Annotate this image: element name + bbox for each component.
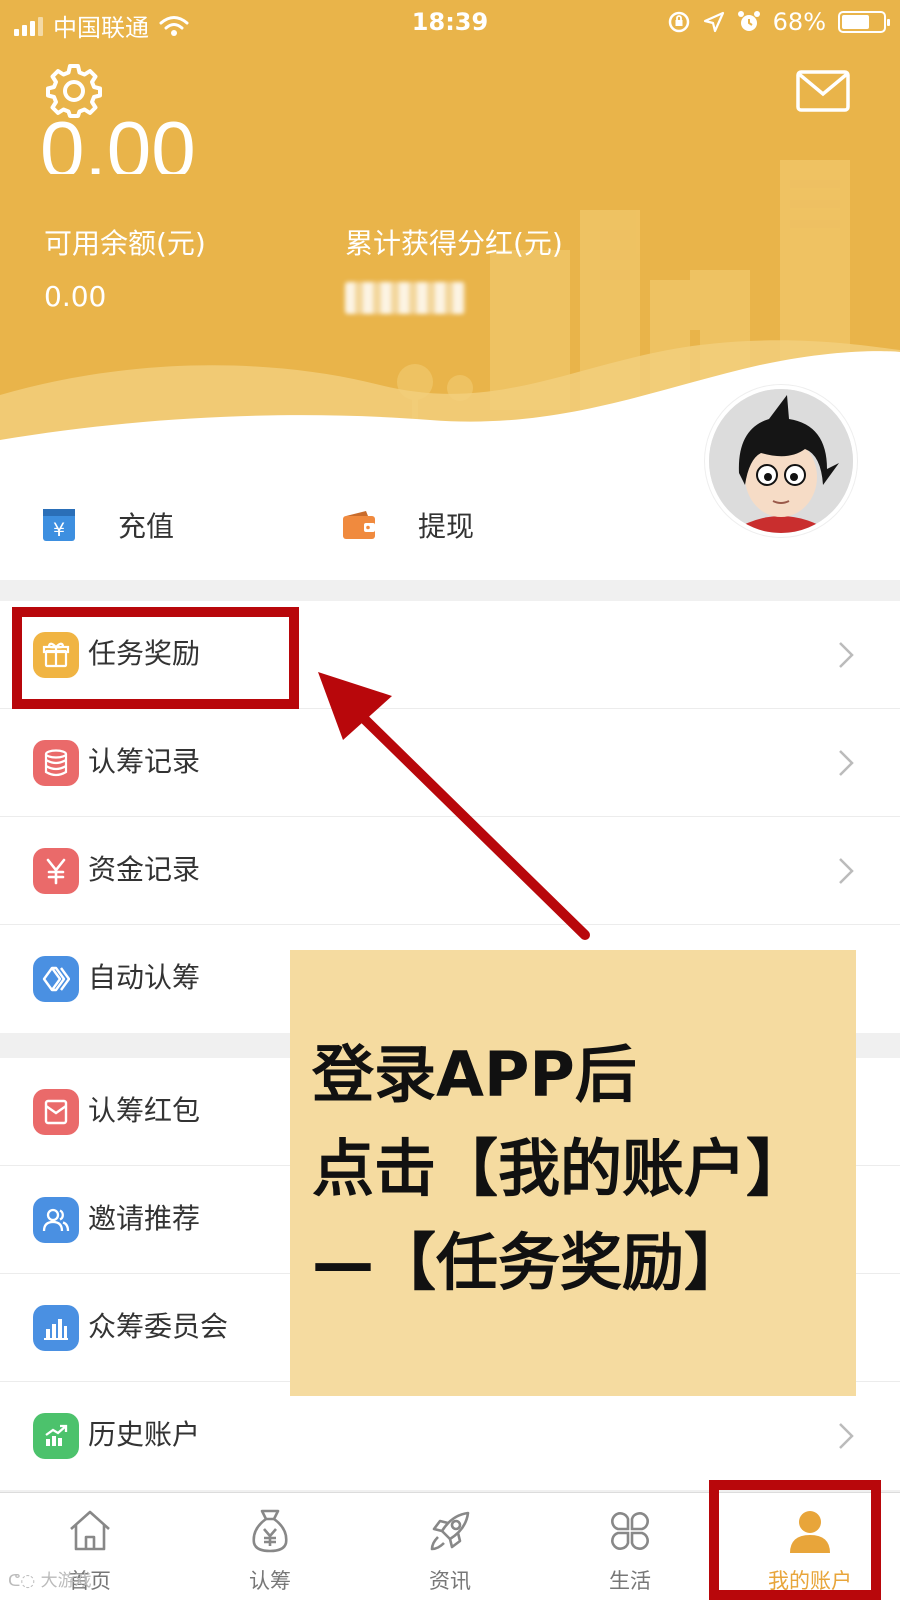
battery-icon [838,11,890,33]
rocket-icon [430,1511,470,1551]
battery-percent: 68% [772,8,826,36]
menu-item-history-accounts[interactable]: 历史账户 [0,1382,900,1490]
withdraw-label: 提现 [418,510,475,543]
chevron-right-icon [839,858,854,884]
menu-label: 认筹红包 [88,1094,201,1127]
yuan-icon [33,848,79,894]
recharge-button[interactable]: ¥ 充值 [42,495,174,555]
instruction-line-3: —【任务奖励】 [312,1226,747,1299]
highlight-my-account-tab [709,1480,881,1600]
menu-label: 邀请推荐 [88,1202,201,1235]
available-balance-value: 0.00 [44,280,107,313]
tab-subscribe[interactable]: 认筹 [180,1493,360,1600]
highlight-task-rewards [12,607,299,709]
wallet-icon [343,511,375,539]
clover-grid-icon [611,1512,649,1550]
recharge-label: 充值 [118,510,175,543]
chevron-right-icon [839,750,854,776]
watermark: ᕦ◌ 大游戏 [8,1571,92,1591]
database-icon [33,740,79,786]
auto-icon [33,956,79,1002]
svg-text:¥: ¥ [53,519,65,541]
cartoon-avatar-image [709,389,853,533]
instruction-line-1: 登录APP后 [312,1038,637,1111]
total-assets-value: 0.00 [40,110,196,174]
money-bag-icon [252,1509,288,1553]
total-dividend-value-blurred [345,282,465,314]
menu-label: 历史账户 [88,1418,201,1451]
menu-item-subscription-records[interactable]: 认筹记录 [0,709,900,817]
menu-label: 众筹委员会 [88,1310,229,1343]
location-icon [703,11,724,33]
menu-label: 认筹记录 [88,745,201,778]
tab-label: 资讯 [429,1569,471,1593]
tab-label: 认筹 [249,1569,291,1593]
home-icon [70,1510,110,1551]
tab-label: 生活 [609,1569,651,1593]
yuan-card-icon: ¥ [43,509,75,541]
menu-item-fund-records[interactable]: 资金记录 [0,817,900,925]
menu-label: 资金记录 [88,853,201,886]
alarm-icon [737,11,760,31]
rotation-lock-icon [668,11,689,33]
messages-button[interactable] [796,70,850,112]
total-dividend-label: 累计获得分红(元) [345,227,563,260]
bar-chart-icon [33,1305,79,1351]
tab-news[interactable]: 资讯 [360,1493,540,1600]
envelope-icon [33,1089,79,1135]
menu-label: 自动认筹 [88,961,201,994]
envelope-icon [796,70,850,112]
status-bar: 中国联通 18:39 68% [0,0,900,44]
instruction-callout: 登录APP后 点击【我的账户】 —【任务奖励】 [290,950,856,1396]
instruction-line-2: 点击【我的账户】 [312,1132,809,1205]
chevron-right-icon [839,642,854,668]
chevron-right-icon [839,1423,854,1449]
available-balance-label: 可用余额(元) [44,227,206,260]
trend-icon [33,1413,79,1459]
tab-life[interactable]: 生活 [540,1493,720,1600]
user-avatar[interactable] [705,385,857,537]
withdraw-button[interactable]: 提现 [342,495,474,555]
users-icon [33,1197,79,1243]
